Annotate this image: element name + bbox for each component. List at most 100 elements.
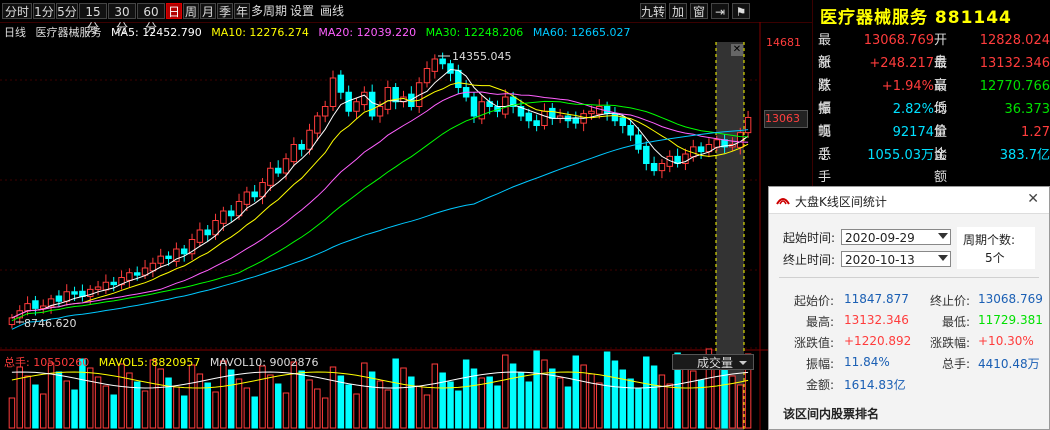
volume-bar [392, 358, 399, 429]
volume-bar [40, 393, 47, 429]
period-tab-9[interactable]: 季 [217, 3, 233, 19]
candle-body [337, 74, 345, 93]
close-icon[interactable]: ✕ [1027, 191, 1039, 207]
candle-body [8, 317, 16, 326]
period-tab-3[interactable]: 15分 [79, 3, 107, 35]
volume-bar [267, 374, 274, 429]
ma5-value: MA5: 12452.790 [111, 26, 202, 39]
toolbar-right-button-4[interactable]: ⚑ [732, 3, 750, 19]
candle-body [126, 272, 133, 281]
volume-bar [541, 359, 548, 429]
candle-body [227, 210, 235, 217]
volume-bar [298, 370, 305, 429]
period-tab-1[interactable]: 1分 [33, 3, 55, 19]
period-tab-7[interactable]: 周 [183, 3, 199, 19]
period-tab-0[interactable]: 分时 [2, 3, 32, 19]
period-tab-4[interactable]: 30分 [108, 3, 136, 35]
volume-bar [682, 361, 689, 429]
candle-body [541, 110, 548, 126]
candle-body [635, 134, 642, 150]
candle-body [533, 120, 540, 126]
ma10-value: MA10: 12276.274 [211, 26, 309, 39]
quote-value: 12828.024 [979, 33, 1050, 48]
stat-label: 终止价: [929, 294, 970, 308]
candle-body [180, 248, 188, 255]
volume-bar [282, 392, 290, 429]
volume-bar [314, 388, 321, 429]
candle-body [267, 167, 274, 186]
candle-body [329, 77, 337, 107]
candle-body [274, 167, 282, 174]
toolbar-right-button-2[interactable]: 窗 [690, 3, 708, 19]
candle-body [713, 139, 720, 148]
volume-bar [509, 363, 517, 429]
candle-body [697, 146, 705, 153]
period-tab-13[interactable]: 画线 [317, 3, 347, 19]
candle-body [619, 117, 627, 127]
volume-bar [290, 361, 298, 429]
candle-body [204, 229, 211, 236]
close-range-icon[interactable]: ✕ [731, 44, 743, 56]
period-count-box: 周期个数: 5个 [957, 227, 1035, 269]
volume-bar [400, 367, 407, 429]
volume-bar [227, 369, 235, 429]
toolbar-right-button-0[interactable]: 九转 [640, 3, 666, 19]
volume-bar [455, 390, 462, 429]
volume-bar [517, 372, 525, 429]
period-tab-11[interactable]: 多周期 [251, 3, 287, 19]
volume-bar [259, 365, 266, 429]
volume-bar [274, 383, 282, 429]
candle-body [525, 112, 533, 122]
toolbar-right-button-1[interactable]: 加 [669, 3, 687, 19]
volume-bar [478, 377, 486, 429]
selected-range[interactable] [716, 42, 744, 430]
volume-bar [721, 366, 728, 429]
volume-bar [180, 395, 188, 429]
volume-bar [235, 378, 243, 429]
candle-body [298, 144, 305, 150]
volume-bar [368, 371, 376, 429]
stat-value: 13132.346 [844, 313, 909, 327]
app-logo-icon [776, 198, 790, 205]
end-date-select[interactable]: 2020-10-13 [841, 251, 951, 267]
start-date-select[interactable]: 2020-09-29 [841, 229, 951, 245]
period-tab-12[interactable]: 设置 [288, 3, 316, 19]
volume-bar [63, 380, 70, 429]
period-tab-10[interactable]: 年 [234, 3, 250, 19]
candle-body [306, 129, 313, 150]
start-date-value: 2020-09-29 [845, 231, 915, 245]
stat-value: 4410.48万 [978, 357, 1040, 371]
candle-body [439, 58, 446, 65]
index-name: 医疗器械服务 [35, 26, 102, 39]
toolbar-right-button-3[interactable]: ⇥ [711, 3, 729, 19]
candle-body [627, 125, 634, 136]
period-tab-6[interactable]: 日 [166, 3, 182, 19]
volume-bar [556, 377, 564, 429]
volume-bar [603, 351, 611, 429]
candle-body [110, 281, 117, 286]
quote-value: 2.82% [892, 102, 934, 117]
quote-value: 92174 [892, 125, 934, 140]
candle-body [243, 191, 251, 205]
volume-bar [494, 385, 501, 429]
volume-bar [251, 396, 258, 429]
period-tab-5[interactable]: 60分 [137, 3, 165, 35]
start-time-label: 起始时间: [783, 231, 836, 245]
volume-bar [32, 384, 39, 429]
volume-bar [71, 389, 78, 429]
volume-bar [110, 394, 117, 429]
candle-body [133, 272, 141, 276]
volume-bar [306, 379, 313, 429]
ma60-value: MA60: 12665.027 [532, 26, 631, 39]
stat-label: 涨跌幅: [929, 336, 970, 350]
volume-bar [243, 387, 251, 429]
period-tab-2[interactable]: 5分 [56, 3, 78, 19]
ranking-section-title[interactable]: 该区间内股票排名 [783, 405, 879, 422]
period-tab-8[interactable]: 月 [200, 3, 216, 19]
volume-bar [408, 376, 415, 429]
volume-bar [149, 359, 157, 429]
candle-body [94, 286, 102, 290]
volume-total: 总手: 10550260 [4, 356, 90, 369]
indicator-select[interactable]: 成交量 [672, 354, 754, 370]
volume-bar [525, 381, 533, 429]
